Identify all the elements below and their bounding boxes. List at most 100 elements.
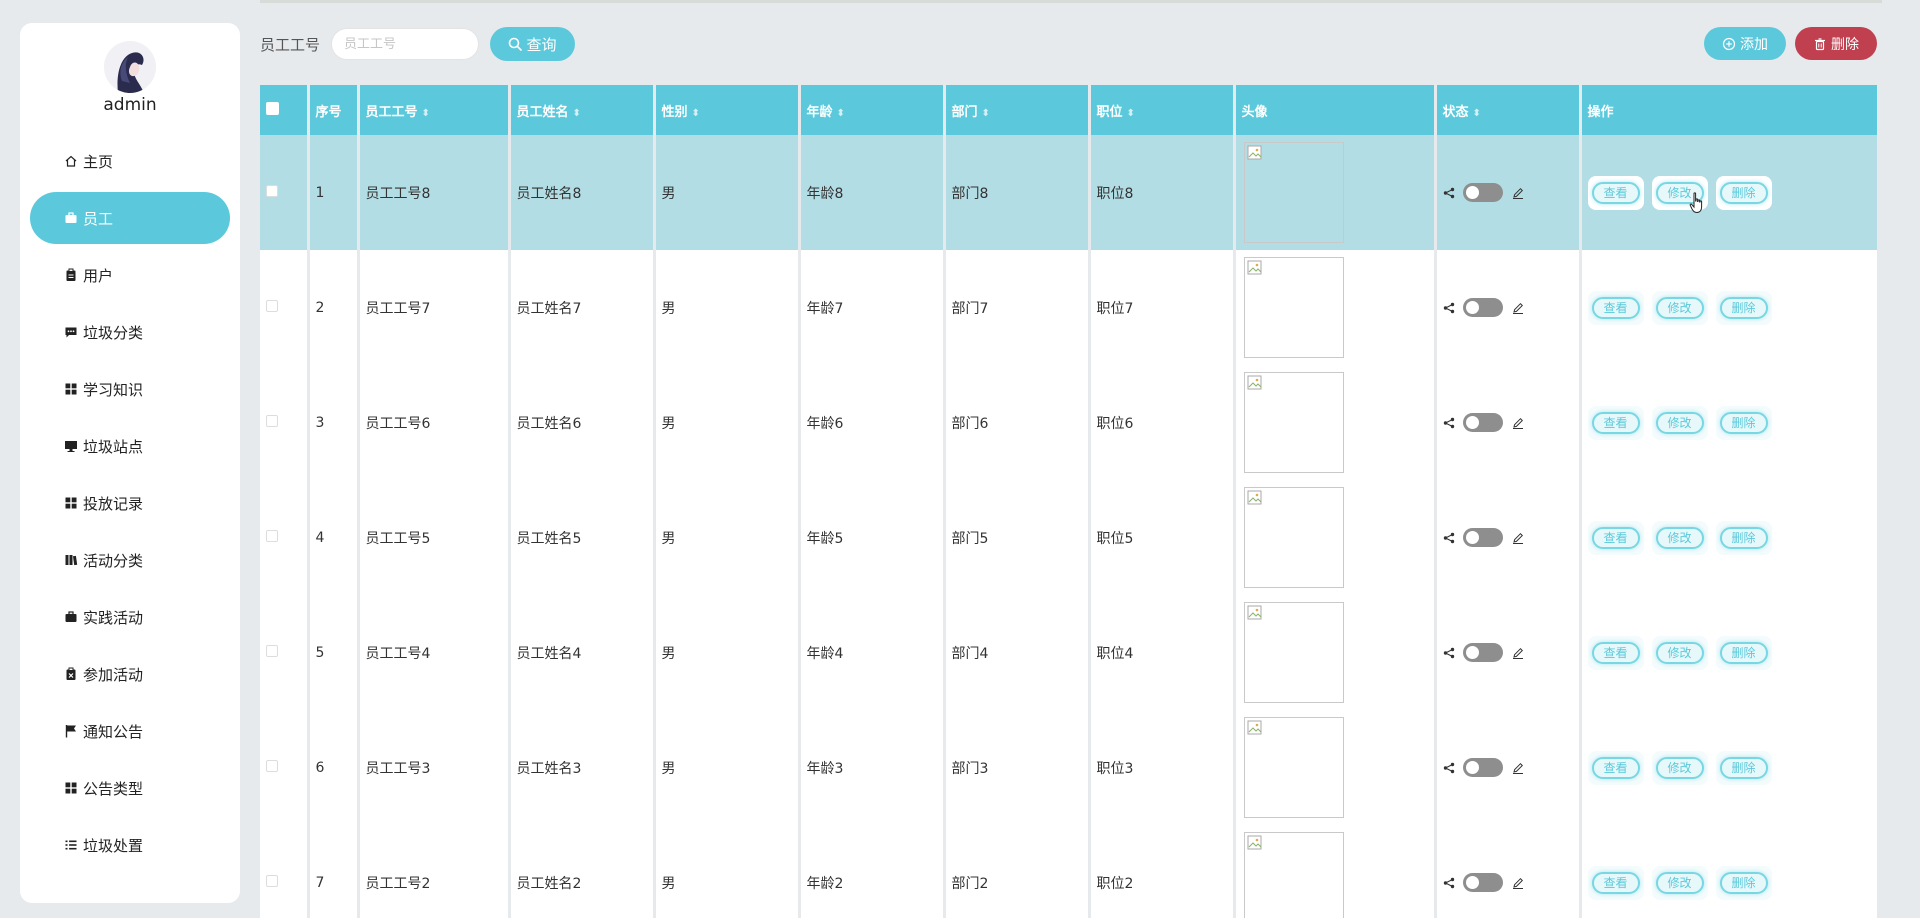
sidebar-item-6[interactable]: 垃圾站点: [30, 420, 230, 472]
sidebar-item-2[interactable]: 员工: [30, 192, 230, 244]
avatar-thumbnail[interactable]: [1243, 832, 1344, 918]
table-row[interactable]: 6 员工工号3 员工姓名3 男年龄3 部门3 职位3 查看 修改 删除: [260, 710, 1877, 825]
table-row[interactable]: 7 员工工号2 员工姓名2 男年龄2 部门2 职位2 查看 修改 删除: [260, 825, 1877, 918]
row-checkbox[interactable]: [266, 644, 278, 657]
status-toggle[interactable]: [1462, 298, 1503, 317]
edit-pencil-icon[interactable]: [1511, 416, 1525, 430]
column-header-6[interactable]: 部门 ⬍: [944, 85, 1091, 135]
edit-button[interactable]: 修改: [1651, 405, 1708, 440]
view-button[interactable]: 查看: [1587, 290, 1644, 325]
delete-button[interactable]: 删除: [1715, 405, 1772, 440]
share-icon[interactable]: [1443, 532, 1455, 544]
edit-pencil-icon[interactable]: [1511, 646, 1525, 660]
sidebar-item-3[interactable]: 用户: [30, 249, 230, 301]
share-icon[interactable]: [1443, 647, 1455, 659]
status-toggle[interactable]: [1462, 758, 1503, 777]
column-header-3[interactable]: 员工姓名 ⬍: [509, 85, 656, 135]
row-checkbox[interactable]: [266, 529, 278, 542]
column-header-9[interactable]: 状态 ⬍: [1435, 85, 1582, 135]
column-header-7[interactable]: 职位 ⬍: [1089, 85, 1236, 135]
sort-icon[interactable]: ⬍: [1473, 108, 1481, 119]
row-checkbox[interactable]: [266, 874, 278, 887]
view-button[interactable]: 查看: [1587, 635, 1644, 670]
add-button[interactable]: 添加: [1704, 27, 1786, 60]
search-input[interactable]: [331, 28, 479, 60]
sidebar-item-4[interactable]: 垃圾分类: [30, 306, 230, 358]
sort-icon[interactable]: ⬍: [1127, 108, 1135, 119]
sidebar-item-8[interactable]: 活动分类: [30, 534, 230, 586]
edit-pencil-icon[interactable]: [1511, 531, 1525, 545]
edit-pencil-icon[interactable]: [1511, 186, 1525, 200]
status-toggle[interactable]: [1462, 528, 1503, 547]
sort-icon[interactable]: ⬍: [982, 108, 990, 119]
cell-age: 年龄7: [799, 250, 946, 365]
delete-button[interactable]: 删除: [1715, 750, 1772, 785]
avatar-thumbnail[interactable]: [1243, 717, 1344, 818]
sidebar-item-10[interactable]: 参加活动: [30, 648, 230, 700]
row-checkbox[interactable]: [266, 299, 278, 312]
view-button[interactable]: 查看: [1587, 750, 1644, 785]
edit-button[interactable]: 修改: [1651, 865, 1708, 900]
view-button[interactable]: 查看: [1587, 865, 1644, 900]
share-icon[interactable]: [1443, 187, 1455, 199]
sort-icon[interactable]: ⬍: [692, 108, 700, 119]
view-button[interactable]: 查看: [1587, 405, 1644, 440]
sidebar-item-9[interactable]: 实践活动: [30, 591, 230, 643]
column-header-4[interactable]: 性别 ⬍: [654, 85, 801, 135]
delete-button[interactable]: 删除: [1715, 865, 1772, 900]
table-row[interactable]: 1 员工工号8 员工姓名8 男年龄8 部门8 职位8 查看 修改 删除: [260, 135, 1877, 250]
select-all-checkbox[interactable]: [266, 101, 279, 115]
delete-button[interactable]: 删除: [1715, 635, 1772, 670]
share-icon[interactable]: [1443, 302, 1455, 314]
delete-button[interactable]: 删除: [1715, 520, 1772, 555]
edit-button[interactable]: 修改: [1651, 520, 1708, 555]
sidebar-item-1[interactable]: 主页: [30, 135, 230, 187]
edit-button[interactable]: 修改: [1651, 635, 1708, 670]
edit-button[interactable]: 修改: [1651, 290, 1708, 325]
row-checkbox[interactable]: [266, 759, 278, 772]
avatar-thumbnail[interactable]: [1243, 602, 1344, 703]
avatar-thumbnail[interactable]: [1243, 372, 1344, 473]
column-header-5[interactable]: 年龄 ⬍: [799, 85, 946, 135]
sidebar-item-13[interactable]: 垃圾处置: [30, 819, 230, 871]
edit-pencil-icon[interactable]: [1511, 761, 1525, 775]
avatar[interactable]: [104, 41, 156, 93]
sidebar-item-12[interactable]: 公告类型: [30, 762, 230, 814]
sidebar-item-11[interactable]: 通知公告: [30, 705, 230, 757]
search-button[interactable]: 查询: [490, 27, 575, 61]
row-checkbox[interactable]: [266, 414, 278, 427]
avatar-thumbnail[interactable]: [1243, 487, 1344, 588]
share-icon[interactable]: [1443, 877, 1455, 889]
row-checkbox[interactable]: [266, 184, 278, 197]
table-row[interactable]: 2 员工工号7 员工姓名7 男年龄7 部门7 职位7 查看 修改 删除: [260, 250, 1877, 365]
sort-icon[interactable]: ⬍: [573, 108, 581, 119]
sort-icon[interactable]: ⬍: [422, 108, 430, 119]
edit-pencil-icon[interactable]: [1511, 876, 1525, 890]
column-header-1[interactable]: 序号: [308, 85, 360, 135]
avatar-thumbnail[interactable]: [1243, 257, 1344, 358]
table-row[interactable]: 3 员工工号6 员工姓名6 男年龄6 部门6 职位6 查看 修改 删除: [260, 365, 1877, 480]
view-button[interactable]: 查看: [1587, 175, 1644, 210]
sort-icon[interactable]: ⬍: [837, 108, 845, 119]
select-all-header[interactable]: [260, 85, 310, 135]
sidebar-item-5[interactable]: 学习知识: [30, 363, 230, 415]
edit-button[interactable]: 修改: [1651, 750, 1708, 785]
avatar-thumbnail[interactable]: [1243, 142, 1344, 243]
share-icon[interactable]: [1443, 762, 1455, 774]
status-toggle[interactable]: [1462, 643, 1503, 662]
view-button[interactable]: 查看: [1587, 520, 1644, 555]
share-icon[interactable]: [1443, 417, 1455, 429]
delete-batch-button[interactable]: 删除: [1795, 27, 1877, 60]
sidebar-item-7[interactable]: 投放记录: [30, 477, 230, 529]
cell-name: 员工姓名3: [509, 710, 656, 825]
table-row[interactable]: 4 员工工号5 员工姓名5 男年龄5 部门5 职位5 查看 修改 删除: [260, 480, 1877, 595]
status-toggle[interactable]: [1462, 873, 1503, 892]
status-toggle[interactable]: [1462, 413, 1503, 432]
status-toggle[interactable]: [1462, 183, 1503, 202]
delete-button[interactable]: 删除: [1715, 290, 1772, 325]
delete-button[interactable]: 删除: [1715, 175, 1772, 210]
table-row[interactable]: 5 员工工号4 员工姓名4 男年龄4 部门4 职位4 查看 修改 删除: [260, 595, 1877, 710]
sidebar-item-label: 实践活动: [83, 608, 144, 627]
edit-pencil-icon[interactable]: [1511, 301, 1525, 315]
column-header-2[interactable]: 员工工号 ⬍: [358, 85, 511, 135]
